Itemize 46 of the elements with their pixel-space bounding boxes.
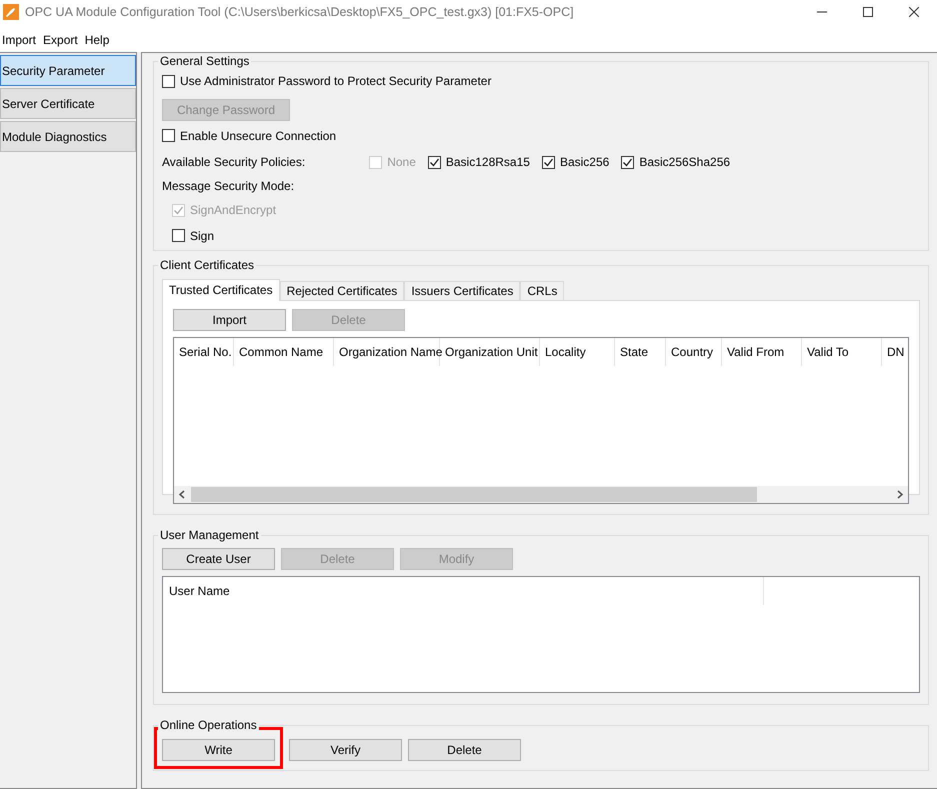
column-header[interactable]: Valid To — [802, 338, 882, 366]
column-header[interactable]: DN — [882, 338, 908, 366]
button[interactable]: Import — [173, 309, 286, 331]
column-header[interactable]: Locality — [540, 338, 615, 366]
column-header[interactable]: Serial No. — [174, 338, 234, 366]
button[interactable]: Delete — [408, 739, 521, 761]
window-title: OPC UA Module Configuration Tool (C:\Users\berkicsa\Desktop\FX5_OPC_test.gx3) [01:FX5-OPC] — [25, 4, 574, 21]
group-title: Online Operations — [158, 718, 259, 733]
checkbox[interactable]: Basic256Sha256 — [621, 153, 730, 171]
sidebar-item[interactable]: Security Parameter — [0, 55, 136, 86]
column-header[interactable]: Country — [666, 338, 722, 366]
button[interactable]: Write — [162, 739, 275, 761]
field-label: Available Security Policies: — [162, 154, 306, 171]
checkmark-icon — [542, 156, 554, 168]
app-logo-icon — [3, 4, 19, 20]
tab[interactable]: Issuers Certificates — [404, 281, 520, 300]
scrollbar-thumb[interactable] — [191, 487, 757, 502]
tab[interactable]: Trusted Certificates — [162, 279, 280, 301]
checkbox[interactable]: Basic256 — [542, 153, 610, 171]
menu-item[interactable]: Import — [0, 31, 42, 49]
checkbox[interactable]: Basic128Rsa15 — [428, 153, 530, 171]
menu-item[interactable]: Help — [82, 31, 114, 49]
checkbox[interactable]: Use Administrator Password to Protect Security Parameter — [162, 72, 492, 90]
sidebar-item[interactable]: Module Diagnostics — [0, 121, 136, 152]
checkmark-icon — [173, 204, 184, 216]
button[interactable]: Create User — [162, 548, 275, 570]
checkbox[interactable]: Enable Unsecure Connection — [162, 126, 336, 144]
column-header[interactable]: State — [615, 338, 666, 366]
checkbox[interactable]: Sign — [172, 226, 214, 244]
checkmark-icon — [622, 156, 634, 168]
horizontal-scrollbar[interactable] — [174, 486, 908, 503]
button[interactable]: Verify — [289, 739, 402, 761]
tab[interactable]: Rejected Certificates — [280, 281, 404, 300]
sidebar-item[interactable]: Server Certificate — [0, 88, 136, 119]
close-icon[interactable] — [909, 7, 919, 17]
field-label: Message Security Mode: — [162, 178, 296, 195]
column-header[interactable]: Common Name — [234, 338, 334, 366]
column-header[interactable]: Organization Name — [334, 338, 440, 366]
group-title: User Management — [158, 528, 261, 543]
checkmark-icon — [428, 156, 440, 168]
column-header[interactable]: Valid From — [722, 338, 802, 366]
menu-item[interactable]: Export — [41, 31, 83, 49]
maximize-icon[interactable] — [863, 7, 873, 17]
tab[interactable]: CRLs — [520, 281, 564, 300]
group-title: General Settings — [158, 54, 252, 69]
column-header[interactable]: User Name — [163, 577, 764, 605]
